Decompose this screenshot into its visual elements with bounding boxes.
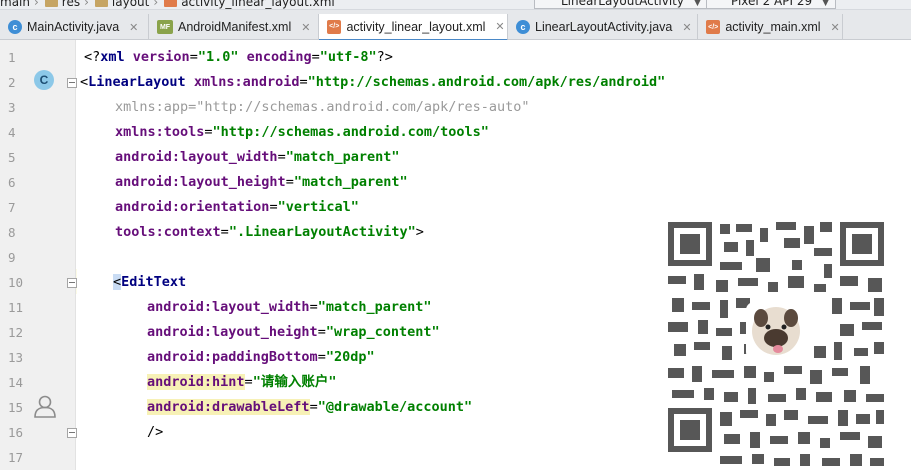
close-icon[interactable]: ✕ [129,21,141,34]
tab-label: LinearLayoutActivity.java [535,20,673,34]
code-line-14: android:hint="请输入账户" [147,374,337,390]
breadcrumb-item-layout[interactable]: layout › [93,0,162,9]
device-label: Pixel 2 API 29 [731,0,813,8]
line-number: 5 [8,150,16,165]
manifest-icon: MF [157,20,173,34]
breadcrumb: main › res › layout › activity_linear_layou… [0,0,335,9]
line-number: 2 [8,75,16,90]
xml-layout-icon [164,0,178,7]
breadcrumb-label: res [61,0,81,9]
fold-marker-icon[interactable] [67,428,77,438]
line-number: 14 [8,375,24,390]
tab-linearlayoutactivity-java[interactable]: c LinearLayoutActivity.java ✕ [508,14,698,40]
tab-label: activity_main.xml [725,20,821,34]
tab-label: MainActivity.java [27,20,120,34]
line-number: 6 [8,175,16,190]
line-number: 1 [8,50,16,65]
qr-center-logo-icon [746,302,806,360]
line-number: 4 [8,125,16,140]
code-line-6: android:layout_height="match_parent" [115,174,408,190]
java-class-icon: c [8,20,22,34]
class-link-icon[interactable]: C [34,70,54,90]
qr-code-watermark [664,218,888,470]
close-icon[interactable]: ✕ [682,21,694,34]
fold-marker-icon[interactable] [67,278,77,288]
breadcrumb-item-file[interactable]: activity_linear_layout.xml [162,0,335,9]
fold-marker-icon[interactable] [67,78,77,88]
tab-androidmanifest-xml[interactable]: MF AndroidManifest.xml ✕ [149,14,319,40]
code-line-3: xmlns:app="http://schemas.android.com/ap… [115,99,530,115]
code-line-2: <LinearLayout xmlns:android="http://sche… [80,74,666,90]
xml-layout-icon: </> [706,20,721,34]
line-number: 3 [8,100,16,115]
tab-label: AndroidManifest.xml [178,20,292,34]
breadcrumb-label: layout [111,0,150,9]
chevron-down-icon: ▼ [693,0,701,8]
code-line-1: <?xml version="1.0" encoding="utf-8"?> [84,49,393,65]
line-number: 9 [8,250,16,265]
code-line-12: android:layout_height="wrap_content" [147,324,440,340]
editor-tab-bar: c MainActivity.java ✕ MF AndroidManifest… [0,10,911,41]
account-drawable-icon[interactable] [32,393,58,419]
close-icon[interactable]: ✕ [831,21,842,34]
breadcrumb-label: main [0,0,30,9]
line-number: 8 [8,225,16,240]
tab-activity-main-xml[interactable]: </> activity_main.xml ✕ [698,14,843,40]
line-number: 17 [8,450,24,465]
close-icon[interactable]: ✕ [495,20,507,33]
line-number: 11 [8,300,24,315]
breadcrumb-bar: main › res › layout › activity_linear_layou… [0,0,911,10]
folder-icon [94,0,108,7]
tab-mainactivity-java[interactable]: c MainActivity.java ✕ [0,14,149,40]
code-line-7: android:orientation="vertical" [115,199,359,215]
code-line-11: android:layout_width="match_parent" [147,299,432,315]
breadcrumb-label: activity_linear_layout.xml [181,0,335,9]
run-configuration-selector[interactable]: LinearLayoutActivity ▼ [534,0,708,9]
device-selector[interactable]: Pixel 2 API 29 ▼ [706,0,837,9]
chevron-down-icon: ▼ [822,0,830,8]
code-line-10: <EditText [113,274,187,290]
line-number: 12 [8,325,24,340]
line-number: 10 [8,275,24,290]
breadcrumb-item-res[interactable]: res › [43,0,93,9]
code-line-5: android:layout_width="match_parent" [115,149,400,165]
code-line-16: /> [147,424,164,440]
tab-activity-linear-layout-xml[interactable]: </> activity_linear_layout.xml ✕ [319,14,508,41]
line-number: 16 [8,425,24,440]
breadcrumb-item-main[interactable]: main › [0,0,43,9]
close-icon[interactable]: ✕ [301,21,313,34]
xml-layout-icon: </> [327,19,342,34]
code-line-8: tools:context=".LinearLayoutActivity"> [115,224,424,240]
line-number: 7 [8,200,16,215]
code-line-13: android:paddingBottom="20dp" [147,349,375,365]
run-config-label: LinearLayoutActivity [561,0,684,8]
tab-label: activity_linear_layout.xml [346,19,486,34]
code-line-15: android:drawableLeft="@drawable/account" [147,399,473,415]
java-class-icon: c [516,20,530,34]
line-number: 15 [8,400,24,415]
line-number: 13 [8,350,24,365]
folder-icon [44,0,58,7]
code-line-4: xmlns:tools="http://schemas.android.com/… [115,124,489,140]
